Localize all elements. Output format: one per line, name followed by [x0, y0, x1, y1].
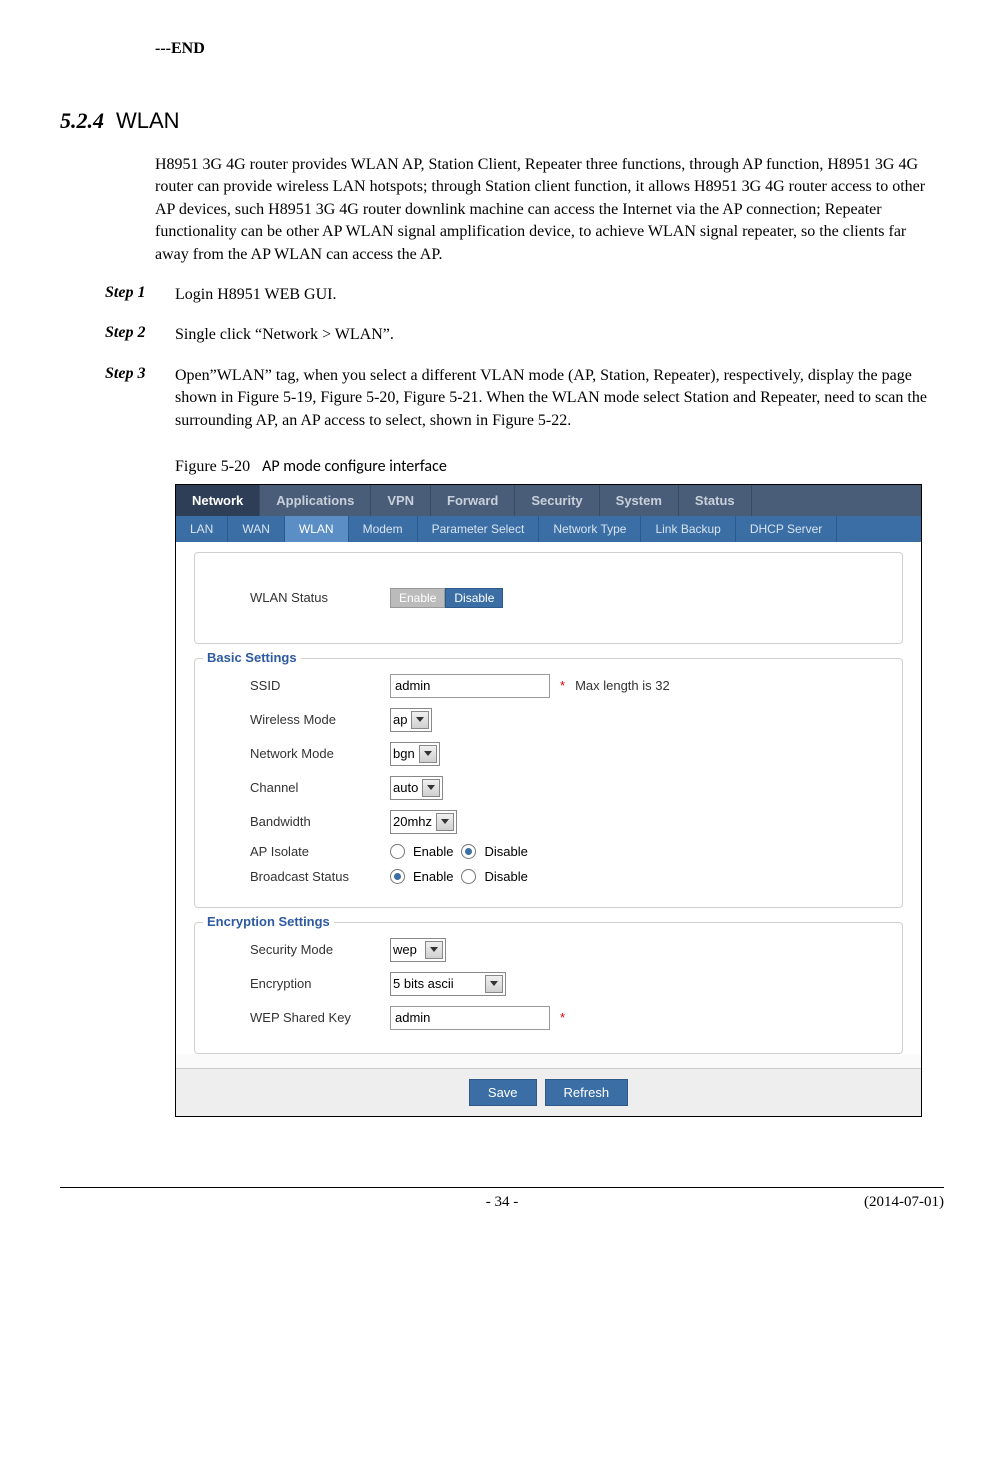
section-number: 5.2.4: [60, 108, 104, 133]
broadcast-enable-radio[interactable]: [390, 869, 405, 884]
intro-paragraph: H8951 3G 4G router provides WLAN AP, Sta…: [155, 154, 934, 266]
broadcast-disable-label: Disable: [484, 869, 527, 884]
wireless-mode-select[interactable]: ap: [390, 708, 432, 732]
step-label: Step 2: [105, 324, 175, 346]
channel-label: Channel: [250, 780, 390, 795]
ssid-input[interactable]: [390, 674, 550, 698]
chevron-down-icon: [485, 975, 503, 993]
wireless-mode-value: ap: [393, 712, 407, 727]
subtab-link-backup[interactable]: Link Backup: [641, 516, 735, 542]
ap-isolate-disable-radio[interactable]: [461, 844, 476, 859]
step-3: Step 3 Open”WLAN” tag, when you select a…: [105, 365, 944, 432]
ap-isolate-label: AP Isolate: [250, 844, 390, 859]
section-heading: 5.2.4 WLAN: [60, 108, 944, 134]
required-asterisk: *: [560, 678, 565, 693]
ssid-label: SSID: [250, 678, 390, 693]
broadcast-label: Broadcast Status: [250, 869, 390, 884]
figure-title: AP mode configure interface: [262, 457, 447, 476]
channel-select[interactable]: auto: [390, 776, 443, 800]
step-text: Login H8951 WEB GUI.: [175, 284, 934, 306]
end-marker: ---END: [155, 40, 944, 58]
wep-key-label: WEP Shared Key: [250, 1010, 390, 1025]
step-text: Open”WLAN” tag, when you select a differ…: [175, 365, 934, 432]
wireless-mode-label: Wireless Mode: [250, 712, 390, 727]
subtab-modem[interactable]: Modem: [349, 516, 418, 542]
wep-key-input[interactable]: [390, 1006, 550, 1030]
section-title: WLAN: [116, 108, 180, 133]
basic-settings-title: Basic Settings: [203, 650, 301, 665]
chevron-down-icon: [411, 711, 429, 729]
encryption-settings-panel: Encryption Settings Security Mode wep En…: [194, 922, 903, 1054]
footer-date: (2014-07-01): [864, 1194, 944, 1211]
page-number: - 34 -: [486, 1194, 519, 1211]
page-footer: - 34 - (2014-07-01): [60, 1187, 944, 1211]
save-button[interactable]: Save: [469, 1079, 537, 1106]
wlan-status-disable[interactable]: Disable: [445, 588, 503, 608]
subtab-parameter-select[interactable]: Parameter Select: [418, 516, 540, 542]
ap-isolate-enable-label: Enable: [413, 844, 453, 859]
step-text: Single click “Network > WLAN”.: [175, 324, 934, 346]
network-mode-value: bgn: [393, 746, 415, 761]
tab-network[interactable]: Network: [176, 485, 260, 516]
wlan-status-toggle[interactable]: Enable Disable: [390, 588, 503, 608]
bandwidth-value: 20mhz: [393, 814, 432, 829]
encryption-type-value: 5 bits ascii: [393, 976, 454, 991]
action-bar: Save Refresh: [176, 1068, 921, 1116]
security-mode-select[interactable]: wep: [390, 938, 446, 962]
router-ui-screenshot: Network Applications VPN Forward Securit…: [175, 484, 922, 1117]
subtab-lan[interactable]: LAN: [176, 516, 228, 542]
sub-tabs: LAN WAN WLAN Modem Parameter Select Netw…: [176, 516, 921, 542]
chevron-down-icon: [436, 813, 454, 831]
security-mode-label: Security Mode: [250, 942, 390, 957]
bandwidth-label: Bandwidth: [250, 814, 390, 829]
ap-isolate-disable-label: Disable: [484, 844, 527, 859]
ssid-hint: Max length is 32: [575, 678, 670, 693]
refresh-button[interactable]: Refresh: [545, 1079, 629, 1106]
required-asterisk: *: [560, 1010, 565, 1025]
subtab-wan[interactable]: WAN: [228, 516, 285, 542]
chevron-down-icon: [425, 941, 443, 959]
wlan-status-enable[interactable]: Enable: [390, 588, 445, 608]
subtab-network-type[interactable]: Network Type: [539, 516, 641, 542]
step-label: Step 1: [105, 284, 175, 306]
subtab-dhcp-server[interactable]: DHCP Server: [736, 516, 837, 542]
chevron-down-icon: [419, 745, 437, 763]
figure-caption: Figure 5-20 AP mode configure interface: [175, 457, 944, 476]
tab-forward[interactable]: Forward: [431, 485, 515, 516]
step-label: Step 3: [105, 365, 175, 432]
tab-applications[interactable]: Applications: [260, 485, 371, 516]
encryption-type-label: Encryption: [250, 976, 390, 991]
security-mode-value: wep: [393, 942, 417, 957]
subtab-wlan[interactable]: WLAN: [285, 516, 349, 542]
basic-settings-panel: Basic Settings SSID * Max length is 32 W…: [194, 658, 903, 908]
wlan-status-panel: WLAN Status Enable Disable: [194, 552, 903, 644]
broadcast-disable-radio[interactable]: [461, 869, 476, 884]
step-1: Step 1 Login H8951 WEB GUI.: [105, 284, 944, 306]
network-mode-select[interactable]: bgn: [390, 742, 440, 766]
tab-vpn[interactable]: VPN: [371, 485, 431, 516]
ap-isolate-enable-radio[interactable]: [390, 844, 405, 859]
tab-system[interactable]: System: [600, 485, 679, 516]
tab-status[interactable]: Status: [679, 485, 752, 516]
chevron-down-icon: [422, 779, 440, 797]
tab-security[interactable]: Security: [515, 485, 599, 516]
main-tabs: Network Applications VPN Forward Securit…: [176, 485, 921, 516]
broadcast-enable-label: Enable: [413, 869, 453, 884]
channel-value: auto: [393, 780, 418, 795]
bandwidth-select[interactable]: 20mhz: [390, 810, 457, 834]
network-mode-label: Network Mode: [250, 746, 390, 761]
encryption-type-select[interactable]: 5 bits ascii: [390, 972, 506, 996]
figure-label: Figure 5-20: [175, 458, 250, 475]
encryption-settings-title: Encryption Settings: [203, 914, 334, 929]
wlan-status-label: WLAN Status: [250, 590, 390, 605]
step-2: Step 2 Single click “Network > WLAN”.: [105, 324, 944, 346]
